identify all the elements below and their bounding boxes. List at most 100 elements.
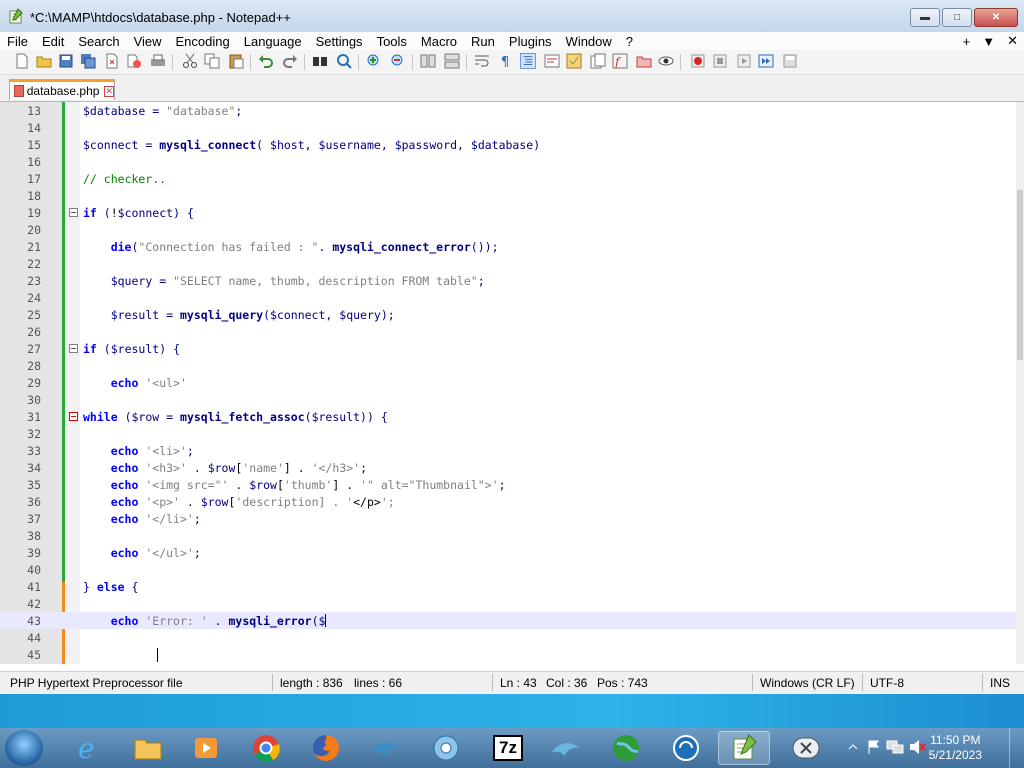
zoom-in-icon[interactable] [366, 53, 382, 69]
sync-vertical-icon[interactable] [420, 53, 436, 69]
sync-horizontal-icon[interactable] [444, 53, 460, 69]
close-doc-button[interactable]: ✕ [1007, 33, 1018, 49]
copy-icon[interactable] [204, 53, 220, 69]
replace-icon[interactable] [336, 53, 352, 69]
code-line[interactable]: 25 $result = mysqli_query($connect, $que… [0, 306, 1016, 323]
mysql-icon[interactable] [540, 731, 592, 765]
zoom-out-icon[interactable] [390, 53, 406, 69]
code-line[interactable]: 17 // checker.. [0, 170, 1016, 187]
new-file-icon[interactable] [14, 53, 30, 69]
maximize-button[interactable]: □ [942, 8, 972, 27]
menu-encoding[interactable]: Encoding [169, 34, 237, 49]
tab-database-php[interactable]: database.php ✕ [9, 79, 115, 100]
run-macro-multiple-icon[interactable] [758, 53, 774, 69]
code-line[interactable]: 33 echo '<li>'; [0, 442, 1016, 459]
close-button[interactable]: ✕ [974, 8, 1018, 27]
file-explorer-icon[interactable] [122, 731, 174, 765]
vertical-scrollbar[interactable] [1016, 102, 1024, 664]
code-line[interactable]: 21 die("Connection has failed : ". mysql… [0, 238, 1016, 255]
code-line[interactable]: 14 [0, 119, 1016, 136]
menu-window[interactable]: Window [559, 34, 619, 49]
paste-icon[interactable] [228, 53, 244, 69]
code-line[interactable]: 35 echo '<img src="' . $row['thumb'] . '… [0, 476, 1016, 493]
indent-guide-icon[interactable] [520, 53, 536, 69]
new-tab-button[interactable]: + [963, 34, 971, 49]
menu-language[interactable]: Language [237, 34, 309, 49]
menu-view[interactable]: View [127, 34, 169, 49]
xampp-icon[interactable] [780, 731, 832, 765]
code-line[interactable]: 40 [0, 561, 1016, 578]
show-all-characters-icon[interactable]: ¶ [498, 53, 514, 69]
undo-icon[interactable] [258, 53, 274, 69]
code-line[interactable]: 34 echo '<h3>' . $row['name'] . '</h3>'; [0, 459, 1016, 476]
cut-icon[interactable] [182, 53, 198, 69]
menu-tools[interactable]: Tools [370, 34, 414, 49]
menu-run[interactable]: Run [464, 34, 502, 49]
udl-icon[interactable] [544, 53, 560, 69]
word-wrap-icon[interactable] [474, 53, 490, 69]
doc-list-icon[interactable] [590, 53, 606, 69]
code-line[interactable]: 37 echo '</li>'; [0, 510, 1016, 527]
code-line[interactable]: 43 echo 'Error: ' . mysqli_error($ [0, 612, 1016, 629]
volume-muted-icon[interactable] [908, 739, 926, 755]
stop-macro-icon[interactable] [712, 53, 728, 69]
save-macro-icon[interactable] [782, 53, 798, 69]
menu-macro[interactable]: Macro [414, 34, 464, 49]
tab-close-icon[interactable]: ✕ [104, 85, 114, 97]
code-line[interactable]: 36 echo '<p>' . $row['description] . '</… [0, 493, 1016, 510]
firefox-icon[interactable] [300, 731, 352, 765]
open-file-icon[interactable] [36, 53, 52, 69]
code-line[interactable]: 31 while ($row = mysqli_fetch_assoc($resu… [0, 408, 1016, 425]
code-editor[interactable]: 13 $database = "database"; 14 15 $connect = … [0, 102, 1016, 664]
media-player-icon[interactable] [180, 731, 232, 765]
code-line[interactable]: 26 [0, 323, 1016, 340]
code-line[interactable]: 32 [0, 425, 1016, 442]
menu-file[interactable]: File [0, 34, 35, 49]
code-line[interactable]: 42 [0, 595, 1016, 612]
control-panel-icon[interactable] [420, 731, 472, 765]
code-line[interactable]: 24 [0, 289, 1016, 306]
code-line[interactable]: 16 [0, 153, 1016, 170]
code-line[interactable]: 44 [0, 629, 1016, 646]
code-line[interactable]: 15 $connect = mysqli_connect( $host, $use… [0, 136, 1016, 153]
fold-toggle-icon[interactable] [69, 344, 78, 353]
tab-list-button[interactable]: ▼ [982, 34, 995, 49]
menu-search[interactable]: Search [71, 34, 126, 49]
code-line[interactable]: 39 echo '</ul>'; [0, 544, 1016, 561]
code-line[interactable]: 28 [0, 357, 1016, 374]
internet-explorer-icon[interactable]: e [62, 731, 114, 765]
network-icon[interactable] [886, 739, 904, 755]
code-line[interactable]: 13 $database = "database"; [0, 102, 1016, 119]
doc-map-icon[interactable] [566, 53, 582, 69]
scrollbar-thumb[interactable] [1017, 190, 1023, 360]
print-icon[interactable] [150, 53, 166, 69]
minimize-button[interactable]: ▬ [910, 8, 940, 27]
7zip-icon[interactable]: 7z [482, 731, 534, 765]
close-file-icon[interactable] [104, 53, 120, 69]
show-desktop-button[interactable] [1009, 728, 1024, 768]
network-globe-icon[interactable] [600, 731, 652, 765]
chrome-icon[interactable] [240, 731, 292, 765]
record-macro-icon[interactable] [690, 53, 706, 69]
save-icon[interactable] [58, 53, 74, 69]
action-center-flag-icon[interactable] [866, 739, 882, 755]
code-line[interactable]: 19 if (!$connect) { [0, 204, 1016, 221]
code-line[interactable]: 38 [0, 527, 1016, 544]
remote-desktop-icon[interactable] [660, 731, 712, 765]
menu-plugins[interactable]: Plugins [502, 34, 559, 49]
fold-toggle-icon[interactable] [69, 208, 78, 217]
code-line[interactable]: 23 $query = "SELECT name, thumb, descrip… [0, 272, 1016, 289]
play-macro-icon[interactable] [736, 53, 752, 69]
code-line[interactable]: 20 [0, 221, 1016, 238]
code-line[interactable]: 22 [0, 255, 1016, 272]
find-icon[interactable] [312, 53, 328, 69]
code-line[interactable]: 30 [0, 391, 1016, 408]
menu-settings[interactable]: Settings [309, 34, 370, 49]
folder-workspace-icon[interactable] [636, 53, 652, 69]
monitoring-icon[interactable] [658, 53, 674, 69]
code-line[interactable]: 18 [0, 187, 1016, 204]
menu-help[interactable]: ? [619, 34, 640, 49]
close-all-icon[interactable] [126, 53, 142, 69]
menu-edit[interactable]: Edit [35, 34, 71, 49]
code-line[interactable]: 29 echo '<ul>' [0, 374, 1016, 391]
